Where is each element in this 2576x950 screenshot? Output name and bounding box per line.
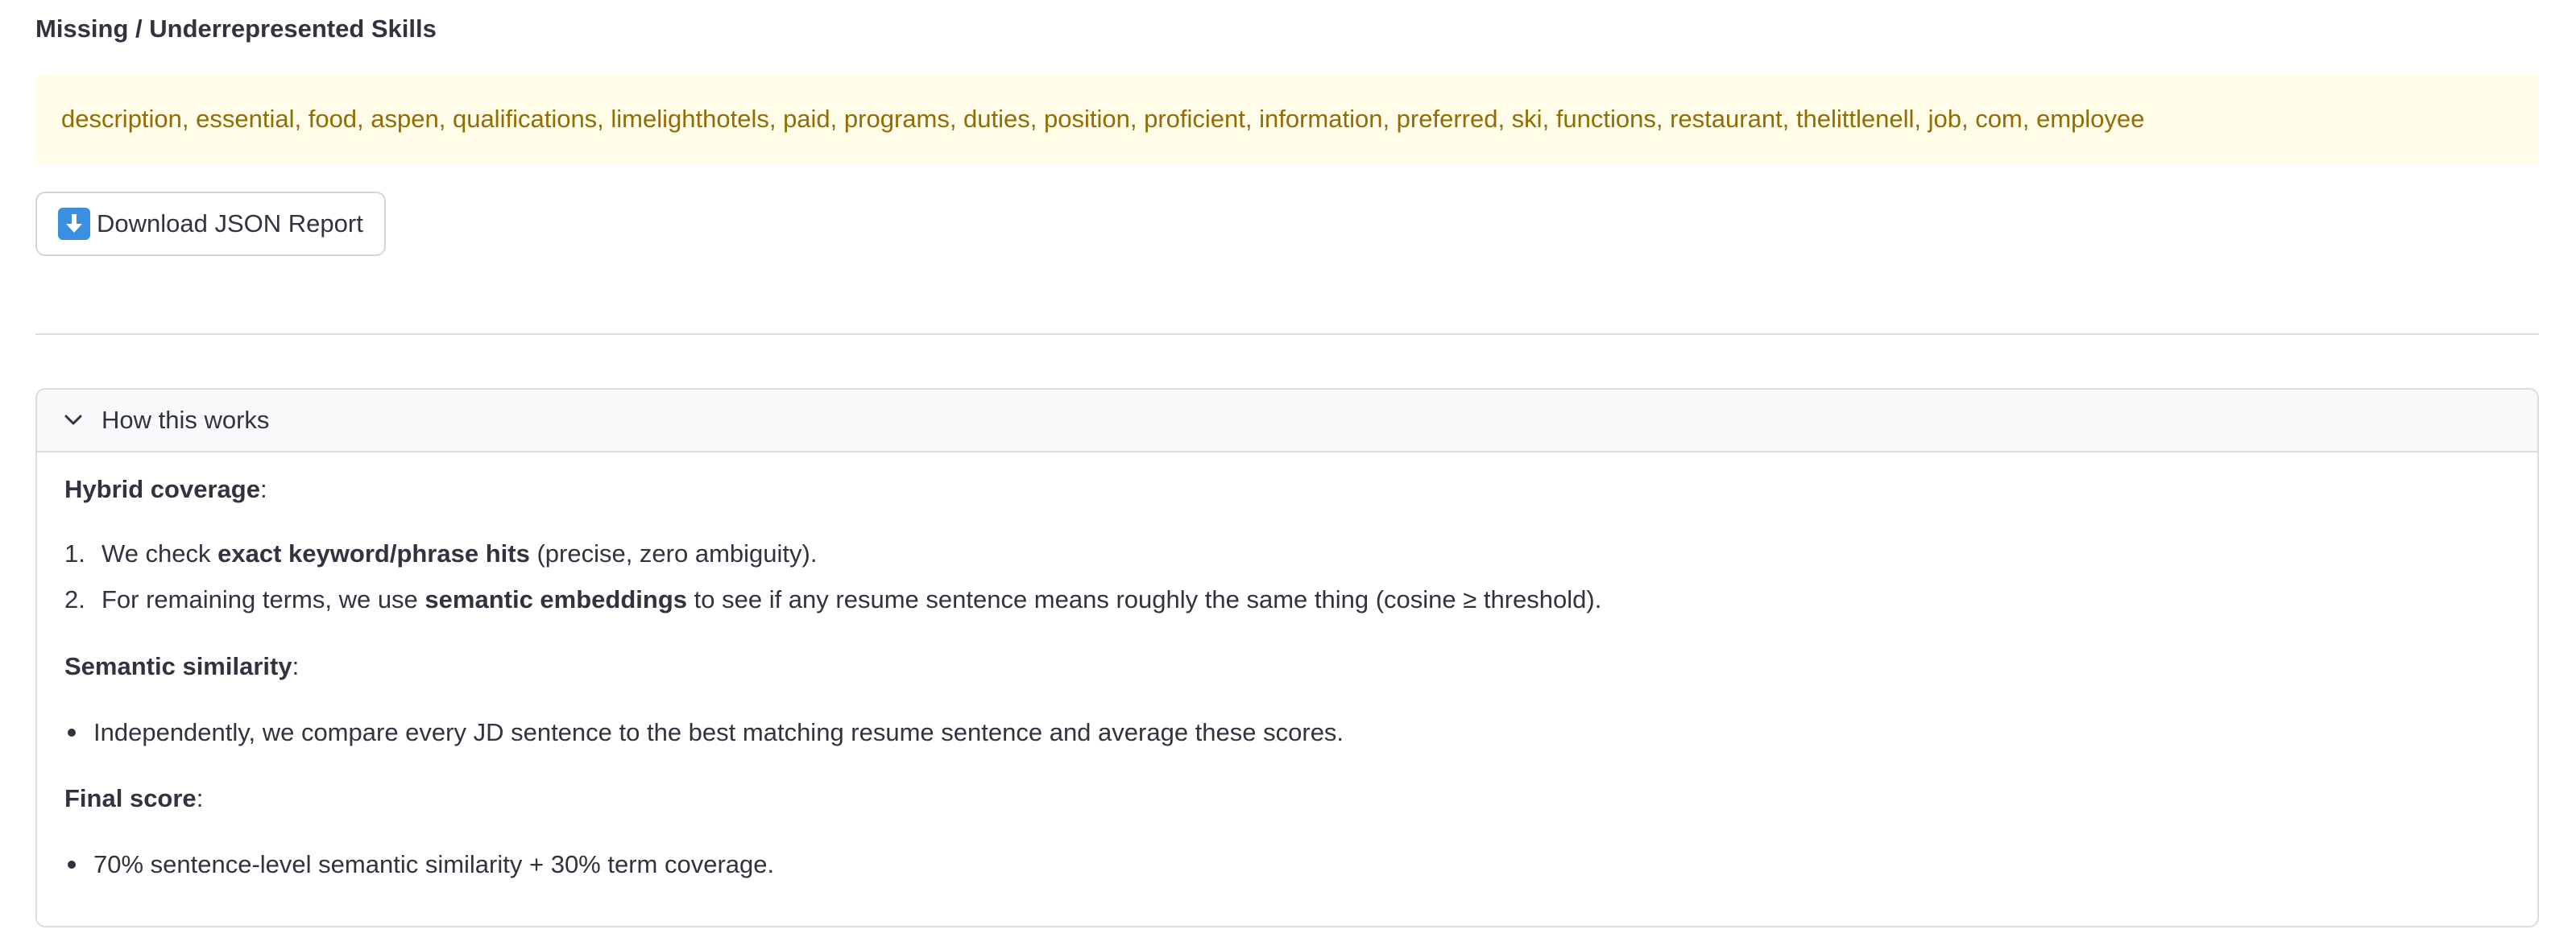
how-this-works-expander: How this works Hybrid coverage: 1. We ch… — [35, 388, 2539, 927]
list-item: 1. We check exact keyword/phrase hits (p… — [64, 536, 817, 572]
missing-skills-heading: Missing / Underrepresented Skills — [35, 14, 437, 43]
hybrid-coverage-heading: Hybrid coverage: — [64, 475, 267, 503]
down-arrow-emoji-icon — [58, 208, 90, 240]
list-item-text: For remaining terms, we use semantic emb… — [101, 585, 1602, 613]
horizontal-divider — [35, 333, 2539, 335]
list-number: 2. — [64, 585, 85, 613]
how-this-works-toggle[interactable]: How this works — [37, 390, 2537, 452]
missing-skills-alert: description, essential, food, aspen, qua… — [35, 74, 2539, 164]
list-item: 2. For remaining terms, we use semantic … — [64, 582, 1601, 618]
semantic-similarity-heading: Semantic similarity: — [64, 652, 300, 680]
bullet-icon — [68, 729, 76, 737]
download-json-report-button[interactable]: Download JSON Report — [35, 192, 386, 256]
expander-title: How this works — [101, 406, 270, 434]
list-number: 1. — [64, 539, 85, 568]
chevron-down-icon — [61, 408, 85, 432]
download-button-label: Download JSON Report — [97, 209, 363, 238]
missing-skills-list: description, essential, food, aspen, qua… — [61, 105, 2145, 133]
list-item-text: Independently, we compare every JD sente… — [93, 718, 1344, 746]
list-item-text: 70% sentence-level semantic similarity +… — [93, 850, 775, 878]
final-score-heading: Final score: — [64, 784, 204, 812]
list-item: Independently, we compare every JD sente… — [64, 715, 1344, 750]
bullet-icon — [68, 861, 76, 869]
list-item: 70% sentence-level semantic similarity +… — [64, 847, 774, 882]
list-item-text: We check exact keyword/phrase hits (prec… — [101, 539, 818, 568]
